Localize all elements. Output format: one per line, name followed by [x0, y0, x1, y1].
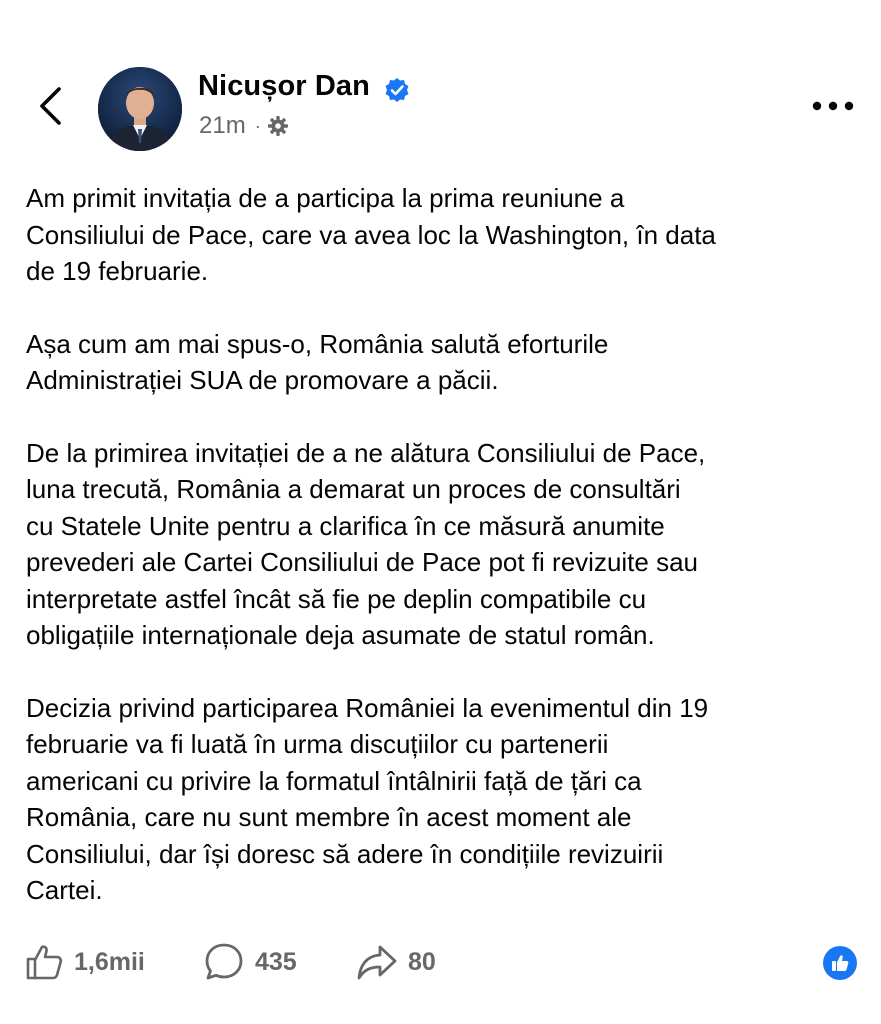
more-horizontal-icon	[812, 101, 854, 111]
post-header: Nicușor Dan 21m ·	[0, 0, 881, 160]
thumbs-up-filled-icon	[832, 955, 849, 971]
like-button[interactable]: 1,6mii	[24, 938, 145, 986]
post-paragraph: Am primit invitația de a participa la pr…	[26, 183, 716, 286]
post-text: Am primit invitația de a participa la pr…	[26, 180, 856, 945]
verified-badge-icon	[385, 78, 409, 102]
comment-icon	[205, 943, 243, 980]
comment-count: 435	[255, 947, 297, 976]
post-paragraph: Decizia privind participarea României la…	[26, 692, 709, 906]
like-count: 1,6mii	[74, 947, 145, 976]
comment-button[interactable]: 435	[203, 938, 297, 986]
post-paragraph: Așa cum am mai spus-o, România salută ef…	[26, 328, 609, 396]
like-reaction-icon[interactable]	[823, 946, 857, 980]
avatar[interactable]	[98, 67, 182, 151]
back-button[interactable]	[28, 84, 72, 128]
chevron-left-icon	[40, 87, 61, 125]
post-paragraph: De la primirea invitației de a ne alătur…	[26, 437, 706, 651]
post-action-bar: 1,6mii 435 80	[0, 938, 881, 986]
share-button[interactable]: 80	[356, 938, 436, 986]
share-count: 80	[408, 947, 436, 976]
post-meta: 21m ·	[199, 112, 289, 140]
timestamp[interactable]: 21m	[199, 112, 246, 140]
profile-photo	[98, 67, 182, 151]
thumbs-up-icon	[26, 945, 63, 980]
more-options-button[interactable]	[805, 90, 861, 122]
gear-icon[interactable]	[267, 115, 289, 137]
share-arrow-icon	[357, 945, 397, 980]
author-name[interactable]: Nicușor Dan	[198, 70, 370, 103]
meta-separator: ·	[254, 115, 261, 136]
